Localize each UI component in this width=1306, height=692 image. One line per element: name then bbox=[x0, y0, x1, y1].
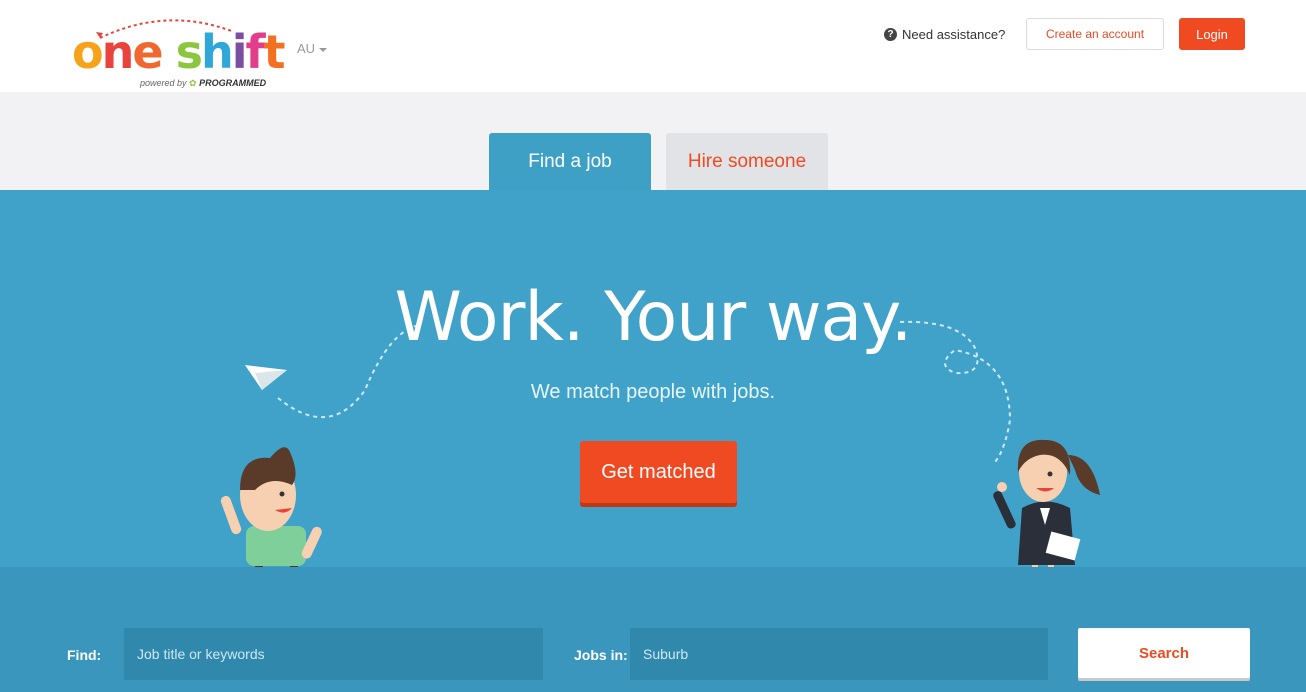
hero-subtitle: We match people with jobs. bbox=[530, 381, 776, 403]
logo-wordmark: one shift bbox=[72, 25, 286, 79]
site-header: one shift powered by ✿ PROGRAMMED AU ? N… bbox=[0, 0, 1306, 92]
help-link[interactable]: ? Need assistance? bbox=[884, 27, 1005, 42]
logo-tagline: powered by ✿ PROGRAMMED bbox=[140, 78, 266, 89]
tab-hire-someone[interactable]: Hire someone bbox=[666, 133, 828, 190]
hero-title: Work. Your way. bbox=[394, 278, 913, 357]
location-label: Jobs in: bbox=[574, 647, 628, 663]
oneshift-logo[interactable]: one shift powered by ✿ PROGRAMMED bbox=[70, 12, 286, 90]
hero-section bbox=[0, 190, 1306, 567]
region-selector[interactable]: AU bbox=[297, 41, 328, 56]
help-label: Need assistance? bbox=[902, 27, 1006, 42]
tab-find-a-job[interactable]: Find a job bbox=[489, 133, 651, 190]
region-label: AU bbox=[297, 41, 316, 56]
suburb-input[interactable]: Suburb bbox=[630, 628, 1048, 680]
programmed-flower-icon: ✿ bbox=[189, 78, 197, 88]
question-circle-icon: ? bbox=[884, 28, 897, 41]
get-matched-button[interactable]: Get matched bbox=[580, 441, 737, 503]
login-button[interactable]: Login bbox=[1179, 18, 1245, 50]
tab-strip bbox=[0, 92, 1306, 190]
tagline-brand: PROGRAMMED bbox=[199, 78, 267, 88]
find-label: Find: bbox=[67, 647, 102, 663]
keywords-input[interactable]: Job title or keywords bbox=[124, 628, 543, 680]
tagline-prefix: powered by bbox=[140, 78, 187, 88]
create-account-button[interactable]: Create an account bbox=[1026, 18, 1164, 50]
caret-down-icon bbox=[319, 47, 328, 52]
search-button[interactable]: Search bbox=[1078, 628, 1250, 678]
